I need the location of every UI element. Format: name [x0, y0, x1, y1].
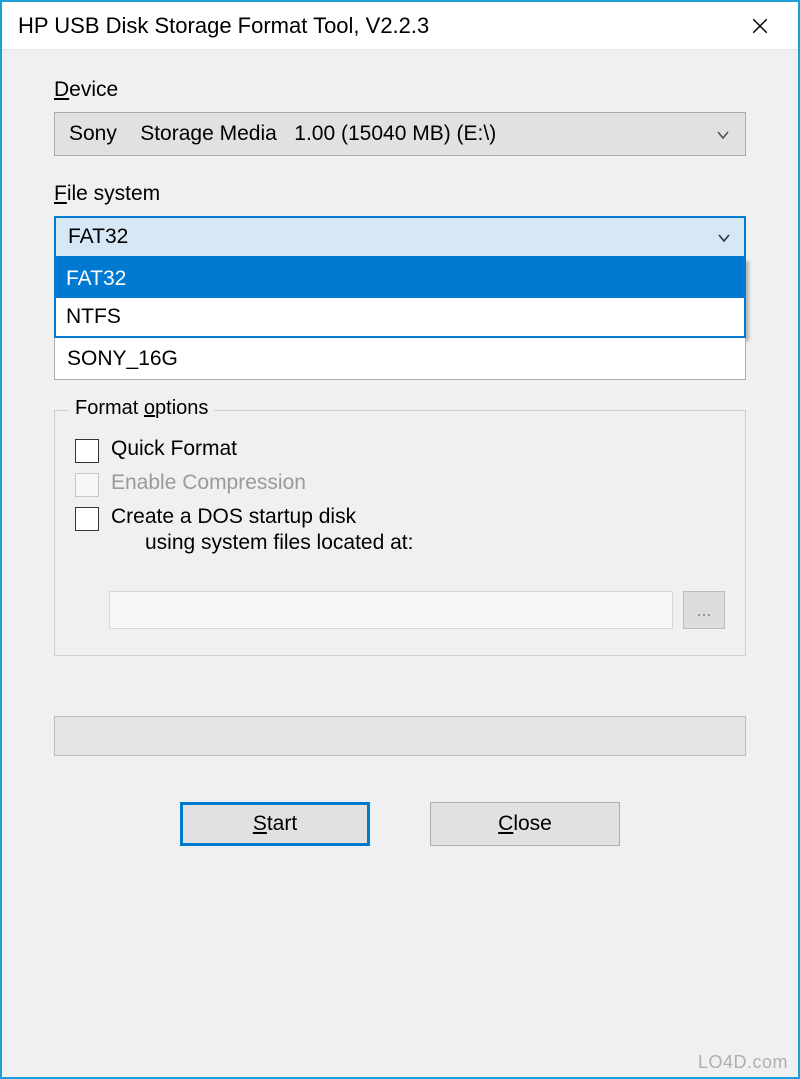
titlebar: HP USB Disk Storage Format Tool, V2.2.3	[2, 2, 798, 50]
dos-startup-line1: Create a DOS startup disk	[111, 505, 356, 528]
filesystem-combobox[interactable]: FAT32	[54, 216, 746, 258]
start-button[interactable]: Start	[180, 802, 370, 846]
filesystem-label: File system	[54, 182, 746, 206]
close-button-rest: lose	[513, 812, 552, 835]
device-selected-text: Sony Storage Media 1.00 (15040 MB) (E:\)	[69, 122, 715, 146]
window-title: HP USB Disk Storage Format Tool, V2.2.3	[18, 13, 738, 39]
device-combobox[interactable]: Sony Storage Media 1.00 (15040 MB) (E:\)	[54, 112, 746, 156]
format-options-group: Format options Quick Format Enable Compr…	[54, 410, 746, 656]
volume-label-value[interactable]: SONY_16G	[54, 338, 746, 380]
filesystem-dropdown: FAT32 NTFS SONY_16G	[54, 258, 746, 380]
app-window: HP USB Disk Storage Format Tool, V2.2.3 …	[0, 0, 800, 1079]
filesystem-option-fat32[interactable]: FAT32	[56, 260, 744, 298]
client-area: Device Sony Storage Media 1.00 (15040 MB…	[2, 50, 798, 1077]
watermark: LO4D.com	[698, 1052, 788, 1073]
chevron-down-icon	[716, 229, 732, 245]
browse-button: ...	[683, 591, 725, 629]
dos-startup-checkbox[interactable]	[75, 507, 99, 531]
device-label: Device	[54, 78, 746, 102]
close-icon[interactable]	[738, 4, 782, 48]
chevron-down-icon	[715, 126, 731, 142]
filesystem-selected-text: FAT32	[68, 225, 716, 249]
filesystem-dropdown-list: FAT32 NTFS	[54, 258, 746, 338]
close-button[interactable]: Close	[430, 802, 620, 846]
quick-format-checkbox[interactable]	[75, 439, 99, 463]
filesystem-option-ntfs[interactable]: NTFS	[56, 298, 744, 336]
dos-startup-row[interactable]: Create a DOS startup disk using system f…	[75, 505, 725, 555]
progress-bar	[54, 716, 746, 756]
enable-compression-label: Enable Compression	[111, 471, 306, 495]
dos-startup-line2: using system files located at:	[145, 531, 413, 555]
button-row: Start Close	[54, 802, 746, 846]
quick-format-row[interactable]: Quick Format	[75, 437, 725, 463]
dos-startup-label: Create a DOS startup disk using system f…	[111, 505, 413, 555]
enable-compression-row: Enable Compression	[75, 471, 725, 497]
start-button-rest: tart	[267, 812, 297, 835]
quick-format-label: Quick Format	[111, 437, 237, 461]
format-options-legend: Format options	[69, 397, 214, 420]
enable-compression-checkbox	[75, 473, 99, 497]
dos-path-row: ...	[109, 591, 725, 629]
dos-path-input	[109, 591, 673, 629]
